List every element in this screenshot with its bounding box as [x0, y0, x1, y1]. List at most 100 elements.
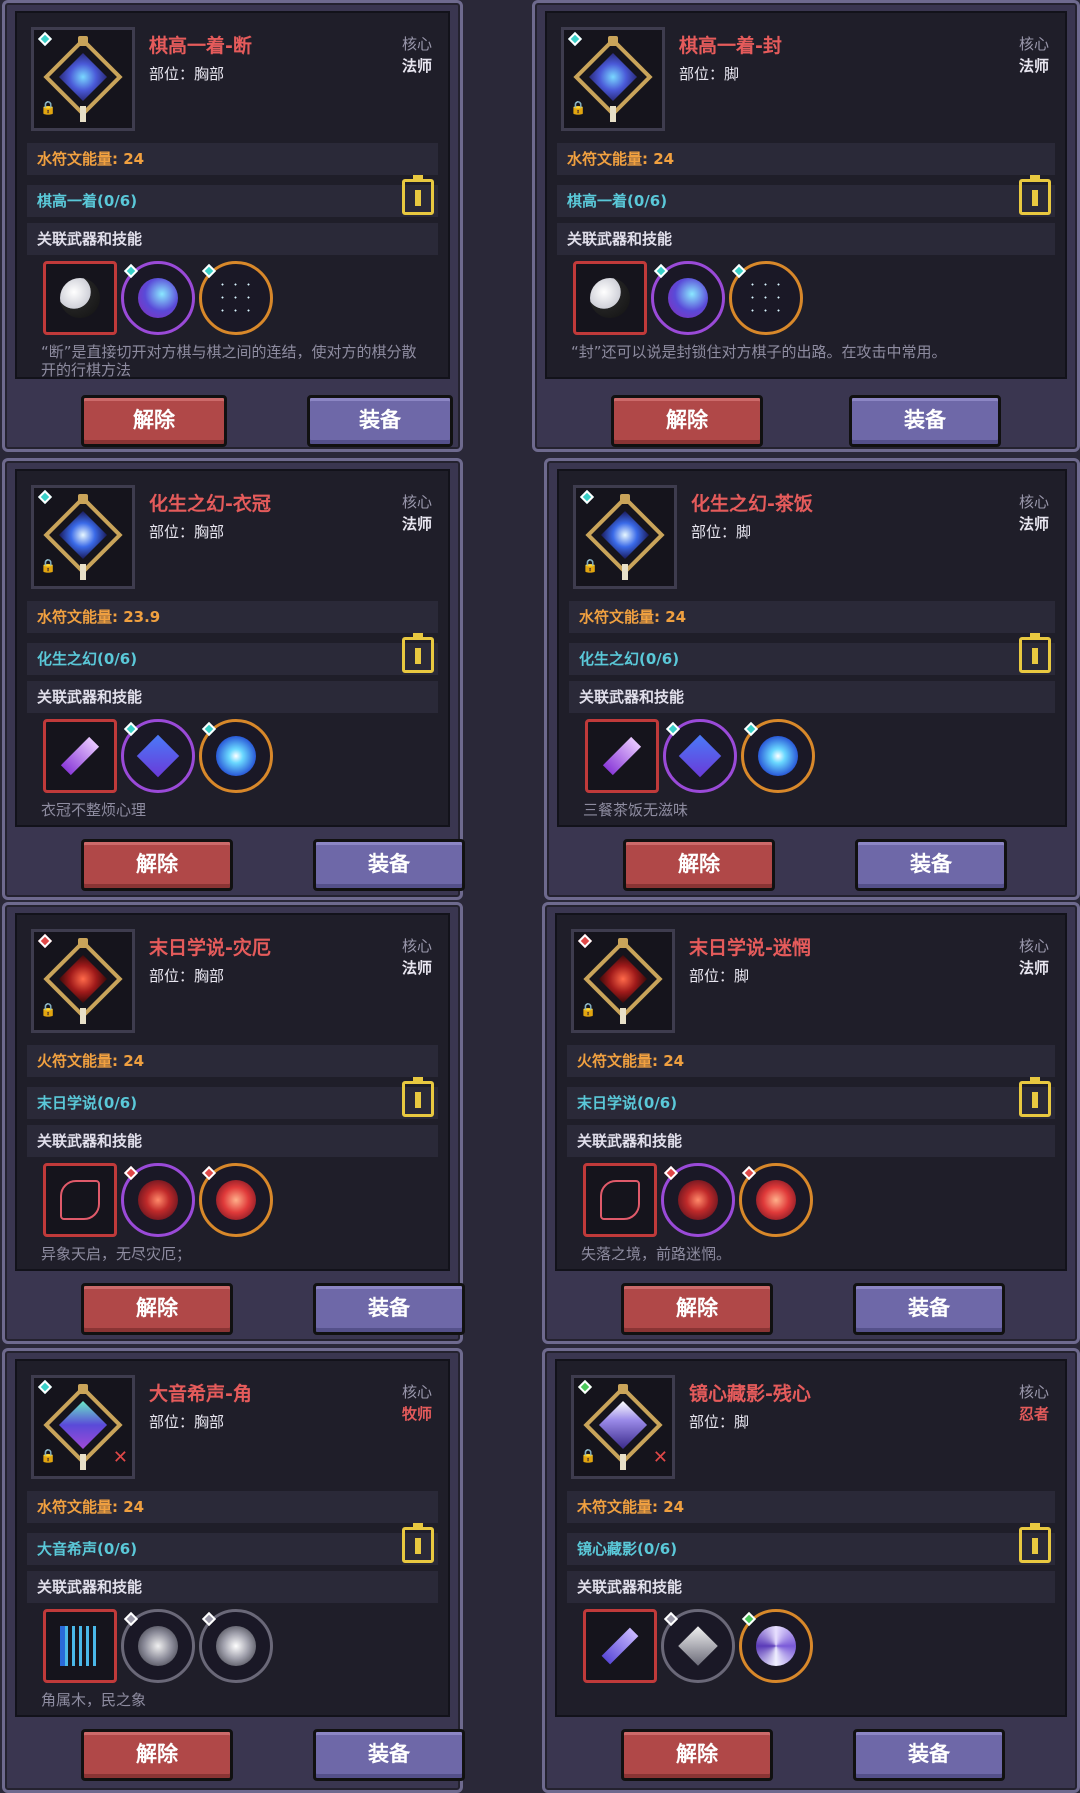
remove-button[interactable]: 解除	[621, 1283, 773, 1335]
class-label: 法师	[1018, 57, 1049, 75]
clipboard-icon[interactable]	[1019, 1077, 1051, 1117]
lock-icon: 🔒	[40, 1449, 57, 1464]
card-body: 🔒 棋高一着-封 部位：脚 核心 法师 水符文能量: 24 棋高一着(0/6) …	[545, 11, 1067, 379]
weapon-icon[interactable]	[573, 261, 647, 335]
weapon-icon[interactable]	[585, 719, 659, 793]
skill-icon[interactable]	[121, 261, 195, 335]
skill-icon[interactable]	[199, 719, 273, 793]
rune-energy: 水符文能量: 23.9	[27, 601, 438, 633]
equip-button[interactable]: 装备	[855, 839, 1007, 891]
skill-icon[interactable]	[121, 719, 195, 793]
weapon-icon[interactable]	[43, 719, 117, 793]
class-label: 忍者	[1018, 1405, 1049, 1423]
set-name[interactable]: 大音希声(0/6)	[27, 1533, 438, 1565]
skill-icon[interactable]	[651, 261, 725, 335]
equip-button[interactable]: 装备	[849, 395, 1001, 447]
skill-icon[interactable]	[199, 261, 273, 335]
remove-button[interactable]: 解除	[81, 839, 233, 891]
skill-icon[interactable]	[739, 1609, 813, 1683]
core-label: 核心	[1018, 1383, 1049, 1401]
weapon-icon[interactable]	[583, 1163, 657, 1237]
weapon-icon[interactable]	[43, 1609, 117, 1683]
remove-button[interactable]: 解除	[623, 839, 775, 891]
skill-icon[interactable]	[663, 719, 737, 793]
remove-button[interactable]: 解除	[81, 1283, 233, 1335]
clipboard-icon[interactable]	[402, 633, 434, 673]
weapon-icon[interactable]	[43, 261, 117, 335]
equip-button[interactable]: 装备	[307, 395, 453, 447]
remove-button[interactable]: 解除	[81, 395, 227, 447]
lock-icon: 🔒	[40, 1003, 57, 1018]
skill-icon[interactable]	[739, 1163, 813, 1237]
lock-icon: 🔒	[570, 101, 587, 116]
skill-icon[interactable]	[199, 1163, 273, 1237]
set-name[interactable]: 末日学说(0/6)	[567, 1087, 1055, 1119]
emblem-tail-icon	[620, 1008, 626, 1024]
weapon-icon[interactable]	[583, 1609, 657, 1683]
water-gem-icon	[743, 721, 759, 737]
rune-card: 🔒 ✕ 镜心藏影-残心 部位：脚 核心 忍者 木符文能量: 24 镜心藏影(0/…	[542, 1348, 1080, 1793]
blue-orb-icon	[758, 736, 798, 776]
skill-icon[interactable]	[729, 261, 803, 335]
related-header: 关联武器和技能	[567, 1125, 1055, 1157]
remove-button[interactable]: 解除	[621, 1729, 773, 1781]
clipboard-icon[interactable]	[402, 175, 434, 215]
related-header: 关联武器和技能	[27, 1571, 438, 1603]
equip-button[interactable]: 装备	[853, 1283, 1005, 1335]
skill-icon[interactable]	[121, 1609, 195, 1683]
rune-title: 末日学说-灾厄	[149, 937, 271, 959]
rune-energy: 火符文能量: 24	[27, 1045, 438, 1077]
set-name[interactable]: 化生之幻(0/6)	[569, 643, 1055, 675]
skill-icon[interactable]	[661, 1163, 735, 1237]
skill-icon[interactable]	[661, 1609, 735, 1683]
clipboard-icon[interactable]	[1019, 175, 1051, 215]
rune-emblem-frame[interactable]: 🔒	[573, 485, 677, 589]
remove-button[interactable]: 解除	[81, 1729, 233, 1781]
rune-title: 大音希声-角	[149, 1383, 252, 1405]
equip-button[interactable]: 装备	[313, 1283, 465, 1335]
equip-button[interactable]: 装备	[313, 839, 465, 891]
fire-gem-icon	[577, 933, 593, 949]
equip-button[interactable]: 装备	[853, 1729, 1005, 1781]
lock-icon: 🔒	[40, 559, 57, 574]
fire-gem-icon	[663, 1165, 679, 1181]
rune-emblem-frame[interactable]: 🔒 ✕	[571, 1375, 675, 1479]
fire-gem-icon	[123, 1165, 139, 1181]
clipboard-icon[interactable]	[1019, 1523, 1051, 1563]
clipboard-icon[interactable]	[402, 1077, 434, 1117]
skill-icon[interactable]	[741, 719, 815, 793]
weapon-icon[interactable]	[43, 1163, 117, 1237]
set-name[interactable]: 棋高一着(0/6)	[557, 185, 1055, 217]
rune-description: “封”还可以说是封锁住对方棋子的出路。在攻击中常用。	[571, 343, 947, 361]
constellation-staff-icon	[60, 1180, 100, 1220]
equipment-grid: 🔒 棋高一着-断 部位：胸部 核心 法师 水符文能量: 24 棋高一着(0/6)…	[0, 0, 1080, 1793]
rune-emblem-frame[interactable]: 🔒	[31, 485, 135, 589]
set-name[interactable]: 棋高一着(0/6)	[27, 185, 438, 217]
flame-rose-icon	[756, 1180, 796, 1220]
rune-slot: 部位：脚	[689, 967, 750, 985]
rune-emblem-frame[interactable]: 🔒	[31, 929, 135, 1033]
water-gem-icon	[201, 721, 217, 737]
set-name[interactable]: 化生之幻(0/6)	[27, 643, 438, 675]
skill-icon[interactable]	[121, 1163, 195, 1237]
rune-description: 异象天启，无尽灾厄；	[41, 1245, 192, 1263]
clipboard-icon[interactable]	[402, 1523, 434, 1563]
skill-icon[interactable]	[199, 1609, 273, 1683]
rune-card: 🔒 ✕ 大音希声-角 部位：胸部 核心 牧师 水符文能量: 24 大音希声(0/…	[2, 1348, 465, 1793]
rune-emblem-frame[interactable]: 🔒	[561, 27, 665, 131]
rune-slot: 部位：胸部	[149, 523, 225, 541]
water-gem-icon	[37, 489, 53, 505]
rune-card: 🔒 末日学说-灾厄 部位：胸部 核心 法师 火符文能量: 24 末日学说(0/6…	[2, 902, 465, 1344]
rune-emblem-frame[interactable]: 🔒	[31, 27, 135, 131]
set-name[interactable]: 镜心藏影(0/6)	[567, 1533, 1055, 1565]
rune-emblem-frame[interactable]: 🔒 ✕	[31, 1375, 135, 1479]
rune-slot: 部位：脚	[689, 1413, 750, 1431]
equip-button[interactable]: 装备	[313, 1729, 465, 1781]
rune-emblem-frame[interactable]: 🔒	[571, 929, 675, 1033]
rune-description: 角属木，民之象	[41, 1691, 147, 1709]
clipboard-icon[interactable]	[1019, 633, 1051, 673]
water-gem-icon	[731, 263, 747, 279]
rune-card: 🔒 棋高一着-封 部位：脚 核心 法师 水符文能量: 24 棋高一着(0/6) …	[532, 0, 1080, 452]
remove-button[interactable]: 解除	[611, 395, 763, 447]
set-name[interactable]: 末日学说(0/6)	[27, 1087, 438, 1119]
